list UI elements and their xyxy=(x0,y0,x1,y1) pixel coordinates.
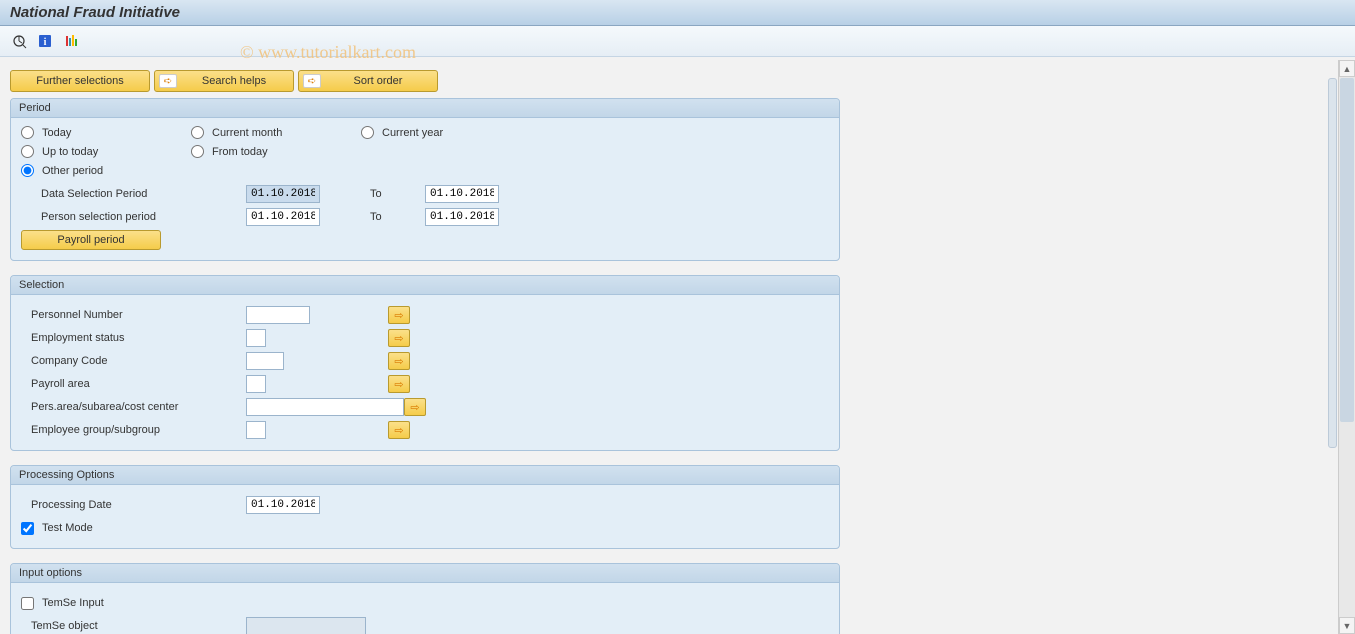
test-mode-checkbox[interactable]: Test Mode xyxy=(21,522,93,535)
button-label: Payroll period xyxy=(57,234,124,246)
radio-up-to-today[interactable]: Up to today xyxy=(21,145,191,158)
selection-group: Selection Personnel Number ⇨ Employment … xyxy=(10,275,840,451)
temse-object-input[interactable] xyxy=(246,617,366,634)
execute-icon[interactable] xyxy=(10,32,28,50)
personnel-number-input[interactable] xyxy=(246,306,310,324)
svg-text:i: i xyxy=(44,37,47,48)
window-title-bar: National Fraud Initiative xyxy=(0,0,1355,26)
scroll-down-arrow-icon[interactable]: ▼ xyxy=(1339,617,1355,634)
company-code-input[interactable] xyxy=(246,352,284,370)
radio-today[interactable]: Today xyxy=(21,126,191,139)
further-selections-button[interactable]: Further selections xyxy=(10,70,150,92)
multiple-selection-button[interactable]: ⇨ xyxy=(404,398,426,416)
inner-scrollbar[interactable] xyxy=(1328,78,1337,448)
employment-status-label: Employment status xyxy=(21,332,246,344)
employee-group-label: Employee group/subgroup xyxy=(21,424,246,436)
to-label: To xyxy=(370,188,415,200)
arrow-right-icon: ➪ xyxy=(159,74,177,88)
button-label: Sort order xyxy=(327,75,429,87)
period-group: Period Today Current month Current year … xyxy=(10,98,840,261)
payroll-area-input[interactable] xyxy=(246,375,266,393)
input-options-group: Input options TemSe Input TemSe object xyxy=(10,563,840,634)
group-title: Selection xyxy=(11,276,839,295)
scroll-up-arrow-icon[interactable]: ▲ xyxy=(1339,60,1355,77)
group-title: Period xyxy=(11,99,839,118)
temse-object-label: TemSe object xyxy=(21,620,246,632)
bars-icon[interactable] xyxy=(62,32,80,50)
radio-from-today[interactable]: From today xyxy=(191,145,361,158)
person-selection-to-input[interactable] xyxy=(425,208,499,226)
sort-order-button[interactable]: ➪ Sort order xyxy=(298,70,438,92)
arrow-right-icon: ➪ xyxy=(303,74,321,88)
scroll-track xyxy=(1339,423,1355,617)
app-toolbar: i xyxy=(0,26,1355,57)
person-selection-period-label: Person selection period xyxy=(21,211,246,223)
pers-area-label: Pers.area/subarea/cost center xyxy=(21,401,246,413)
temse-input-checkbox[interactable]: TemSe Input xyxy=(21,597,104,610)
data-selection-from-input[interactable] xyxy=(246,185,320,203)
data-selection-to-input[interactable] xyxy=(425,185,499,203)
processing-date-input[interactable] xyxy=(246,496,320,514)
pers-area-input[interactable] xyxy=(246,398,404,416)
group-title: Processing Options xyxy=(11,466,839,485)
payroll-period-button[interactable]: Payroll period xyxy=(21,230,161,250)
button-label: Further selections xyxy=(36,75,123,87)
processing-date-label: Processing Date xyxy=(21,499,246,511)
company-code-label: Company Code xyxy=(21,355,246,367)
person-selection-from-input[interactable] xyxy=(246,208,320,226)
group-title: Input options xyxy=(11,564,839,583)
selection-button-row: Further selections ➪ Search helps ➪ Sort… xyxy=(10,70,1328,92)
employee-group-input[interactable] xyxy=(246,421,266,439)
multiple-selection-button[interactable]: ⇨ xyxy=(388,352,410,370)
multiple-selection-button[interactable]: ⇨ xyxy=(388,329,410,347)
payroll-area-label: Payroll area xyxy=(21,378,246,390)
radio-current-year[interactable]: Current year xyxy=(361,126,531,139)
content-area: Further selections ➪ Search helps ➪ Sort… xyxy=(0,60,1338,634)
window-title: National Fraud Initiative xyxy=(10,4,180,21)
vertical-scrollbar[interactable]: ▲ ▼ xyxy=(1338,60,1355,634)
multiple-selection-button[interactable]: ⇨ xyxy=(388,421,410,439)
processing-options-group: Processing Options Processing Date Test … xyxy=(10,465,840,549)
data-selection-period-label: Data Selection Period xyxy=(21,188,246,200)
radio-current-month[interactable]: Current month xyxy=(191,126,361,139)
search-helps-button[interactable]: ➪ Search helps xyxy=(154,70,294,92)
multiple-selection-button[interactable]: ⇨ xyxy=(388,375,410,393)
info-icon[interactable]: i xyxy=(36,32,54,50)
button-label: Search helps xyxy=(183,75,285,87)
radio-other-period[interactable]: Other period xyxy=(21,164,191,177)
scroll-thumb[interactable] xyxy=(1340,78,1354,422)
to-label: To xyxy=(370,211,415,223)
employment-status-input[interactable] xyxy=(246,329,266,347)
personnel-number-label: Personnel Number xyxy=(21,309,246,321)
multiple-selection-button[interactable]: ⇨ xyxy=(388,306,410,324)
